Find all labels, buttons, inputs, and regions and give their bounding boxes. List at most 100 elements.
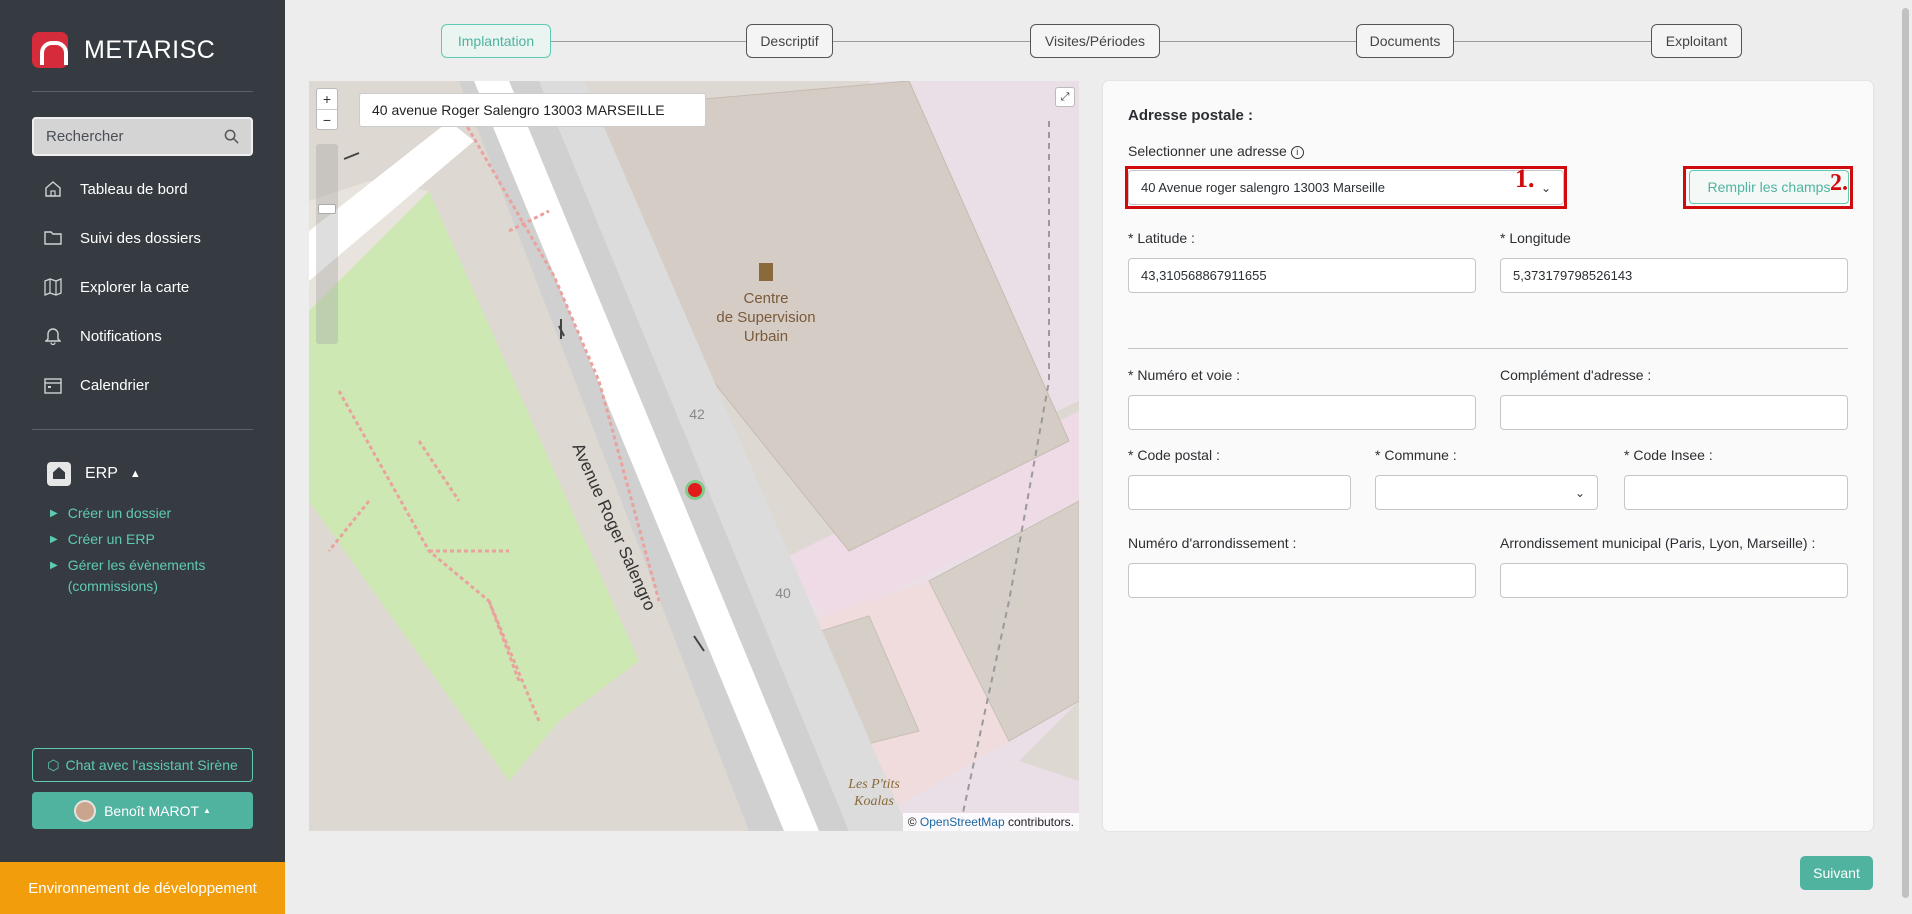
attribution-suffix: contributors.: [1007, 815, 1074, 829]
erp-item-label: Créer un ERP: [67, 531, 155, 547]
attribution-copyright: ©: [907, 815, 917, 829]
zoom-slider[interactable]: [316, 144, 338, 344]
numero-voie-label: * Numéro et voie :: [1128, 367, 1241, 383]
chevron-down-icon: ⌄: [1574, 485, 1585, 500]
calendar-icon: [42, 375, 64, 395]
annotation-box-2: [1683, 166, 1853, 209]
latitude-label: * Latitude :: [1128, 230, 1195, 246]
section-title: Adresse postale :: [1128, 107, 1254, 124]
commune-select[interactable]: ⌄: [1375, 475, 1598, 510]
info-icon[interactable]: i: [1290, 146, 1304, 159]
nav-tableau-de-bord[interactable]: Tableau de bord: [42, 179, 188, 199]
longitude-input[interactable]: 5,373179798526143: [1500, 258, 1848, 293]
chat-assistant-button[interactable]: ⬡ Chat avec l'assistant Sirène: [32, 748, 253, 782]
scrollbar-thumb[interactable]: [1902, 8, 1909, 898]
search-placeholder: Rechercher: [46, 128, 124, 145]
next-button[interactable]: Suivant: [1800, 856, 1873, 890]
zoom-out-button[interactable]: −: [317, 109, 337, 129]
sidebar-divider: [32, 429, 253, 430]
annotation-number-2: 2.: [1830, 170, 1848, 196]
nav-label: Tableau de bord: [80, 180, 188, 198]
poi-label-line-2: de Supervision: [716, 309, 815, 326]
complement-label: Complément d'adresse :: [1500, 367, 1652, 383]
triangle-right-icon: ▶: [50, 560, 58, 571]
select-address-label-text: Selectionner une adresse: [1128, 143, 1287, 159]
bell-icon: [42, 326, 64, 346]
search-icon: [224, 129, 239, 144]
erp-item-gerer-evenements[interactable]: ▶ Gérer les évènements (commissions): [50, 555, 205, 597]
house-number-40: 40: [775, 585, 791, 601]
annotation-number-1: 1.: [1515, 164, 1535, 193]
complement-input[interactable]: [1500, 395, 1848, 430]
code-insee-label: * Code Insee :: [1624, 447, 1713, 463]
user-name: Benoît MAROT: [104, 802, 199, 819]
app-name: METARISC: [84, 35, 216, 64]
nav-label: Calendrier: [80, 376, 150, 394]
erp-item-creer-erp[interactable]: ▶ Créer un ERP: [50, 529, 155, 550]
zoom-in-button[interactable]: +: [317, 89, 337, 109]
hexagon-icon: ⬡: [47, 756, 60, 773]
metarisc-logo-icon: [32, 32, 68, 68]
nav-suivi-des-dossiers[interactable]: Suivi des dossiers: [42, 228, 201, 248]
latitude-input[interactable]: 43,310568867911655: [1128, 258, 1476, 293]
numero-voie-input[interactable]: [1128, 395, 1476, 430]
step-descriptif[interactable]: Descriptif: [746, 24, 833, 58]
sidebar: METARISC Rechercher Tableau de bord Suiv…: [0, 0, 285, 914]
map[interactable]: Centre de Supervision Urbain 42 40 Avenu…: [309, 81, 1079, 831]
nav-label: Explorer la carte: [80, 278, 190, 296]
step-implantation[interactable]: Implantation: [441, 24, 551, 58]
longitude-label: * Longitude: [1500, 230, 1571, 246]
home-icon: [42, 179, 64, 199]
map-address-search[interactable]: 40 avenue Roger Salengro 13003 MARSEILLE: [359, 93, 706, 127]
nav-label: Suivi des dossiers: [80, 229, 201, 247]
nav-explorer-la-carte[interactable]: Explorer la carte: [42, 277, 189, 297]
arrondissement-municipal-input[interactable]: [1500, 563, 1848, 598]
avatar: [74, 799, 97, 822]
chat-label: Chat avec l'assistant Sirène: [65, 757, 238, 773]
user-menu-button[interactable]: Benoît MAROT ▲: [32, 792, 253, 829]
location-marker-icon[interactable]: [685, 480, 705, 500]
house-number-42: 42: [689, 406, 705, 422]
zoom-controls: + −: [316, 88, 338, 130]
sidebar-search-input[interactable]: Rechercher: [32, 117, 253, 156]
sidebar-divider: [32, 91, 253, 92]
code-insee-input[interactable]: [1624, 475, 1848, 510]
shop-label-line-2: Koalas: [853, 794, 894, 809]
erp-label: ERP: [85, 465, 118, 482]
caret-up-icon: ▲: [203, 806, 211, 815]
caret-up-icon: ▲: [129, 468, 141, 480]
nav-label: Notifications: [80, 327, 162, 345]
brand[interactable]: METARISC: [32, 32, 215, 68]
erp-section-toggle[interactable]: ERP ▲: [47, 462, 141, 486]
map-icon: [42, 277, 64, 297]
nav-notifications[interactable]: Notifications: [42, 326, 162, 346]
map-attribution: © OpenStreetMap contributors.: [902, 813, 1079, 831]
attribution-link[interactable]: OpenStreetMap: [920, 815, 1005, 829]
folder-icon: [42, 228, 64, 248]
step-documents[interactable]: Documents: [1356, 24, 1454, 58]
erp-item-creer-dossier[interactable]: ▶ Créer un dossier: [50, 503, 171, 524]
poi-label-line-3: Urbain: [744, 328, 788, 345]
num-arrondissement-label: Numéro d'arrondissement :: [1128, 535, 1297, 551]
form-divider: [1128, 348, 1848, 349]
annotation-box-1: [1125, 166, 1567, 209]
building-icon: [47, 462, 71, 486]
num-arrondissement-input[interactable]: [1128, 563, 1476, 598]
step-visites-periodes[interactable]: Visites/Périodes: [1030, 24, 1160, 58]
address-form-panel: Adresse postale : Selectionner une adres…: [1103, 81, 1873, 831]
arrondissement-municipal-label: Arrondissement municipal (Paris, Lyon, M…: [1500, 535, 1816, 551]
shop-label-line-1: Les P'tits: [847, 777, 900, 792]
triangle-right-icon: ▶: [50, 534, 58, 545]
zoom-slider-handle[interactable]: [318, 204, 336, 214]
erp-item-label: Créer un dossier: [67, 505, 172, 521]
poi-label-line-1: Centre: [743, 290, 788, 307]
nav-calendrier[interactable]: Calendrier: [42, 375, 149, 395]
fullscreen-icon[interactable]: ⤢: [1055, 87, 1075, 107]
erp-item-label: Gérer les évènements (commissions): [67, 557, 206, 594]
code-postal-input[interactable]: [1128, 475, 1351, 510]
select-address-label: Selectionner une adresse i: [1128, 143, 1304, 159]
code-postal-label: * Code postal :: [1128, 447, 1220, 463]
step-exploitant[interactable]: Exploitant: [1651, 24, 1742, 58]
commune-label: * Commune :: [1375, 447, 1457, 463]
triangle-right-icon: ▶: [50, 508, 58, 519]
